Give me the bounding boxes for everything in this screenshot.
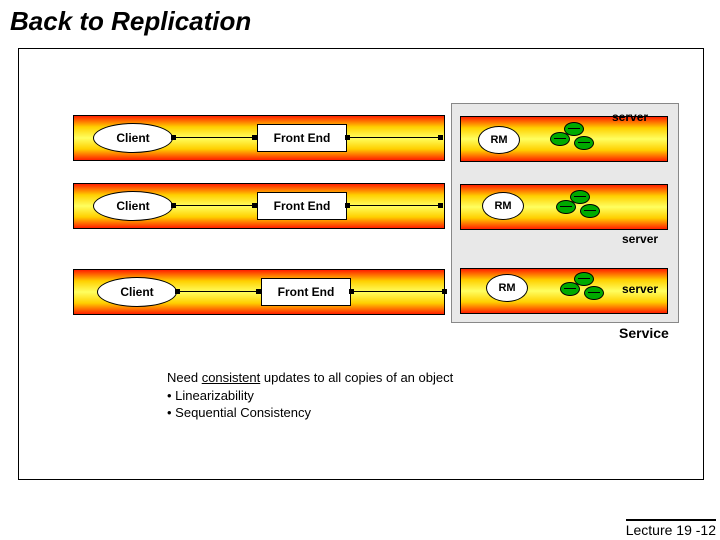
replica-pills-icon (556, 190, 600, 220)
connector-icon (173, 137, 255, 138)
connector-icon (347, 137, 441, 138)
client-node: Client (93, 123, 173, 153)
replica-pills-icon (560, 272, 604, 302)
front-end-node: Front End (261, 278, 351, 306)
server-label: server (622, 232, 658, 246)
front-end-node: Front End (257, 192, 347, 220)
rm-node: RM (478, 126, 520, 154)
lecture-footer: Lecture 19 -12 (626, 519, 716, 538)
client-node: Client (97, 277, 177, 307)
server-label: server (622, 282, 658, 296)
slide-title: Back to Replication (0, 0, 720, 43)
service-label: Service (619, 325, 669, 341)
content-frame: Client Front End Client Front End Client… (18, 48, 704, 480)
server-label: server (612, 110, 648, 124)
note-line: Need consistent updates to all copies of… (167, 369, 453, 387)
connector-icon (347, 205, 441, 206)
rm-node: RM (482, 192, 524, 220)
front-end-node: Front End (257, 124, 347, 152)
replica-pills-icon (550, 122, 594, 152)
client-node: Client (93, 191, 173, 221)
note-bullet: • Linearizability (167, 387, 453, 405)
note-text: Need (167, 370, 202, 385)
note-text: updates to all copies of an object (260, 370, 453, 385)
rm-node: RM (486, 274, 528, 302)
service-frame: RM server RM server RM server (451, 103, 679, 323)
connector-icon (177, 291, 259, 292)
note-bullet: • Sequential Consistency (167, 404, 453, 422)
notes-block: Need consistent updates to all copies of… (167, 369, 453, 422)
note-underlined: consistent (202, 370, 261, 385)
connector-icon (173, 205, 255, 206)
connector-icon (351, 291, 445, 292)
